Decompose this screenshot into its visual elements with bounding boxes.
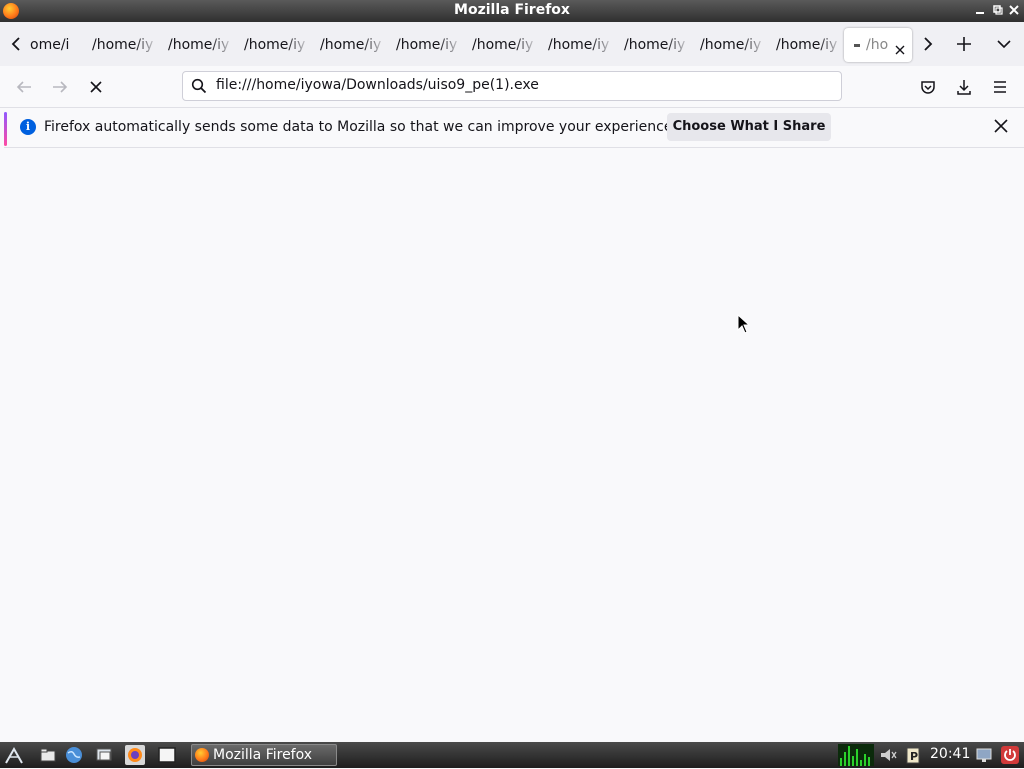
power-icon[interactable] (1000, 745, 1020, 765)
page-content[interactable] (0, 149, 1024, 742)
task-label: Mozilla Firefox (213, 747, 313, 763)
info-icon: i (20, 119, 36, 135)
network-icon[interactable] (974, 745, 994, 765)
tab-label: /home/iy (548, 37, 610, 53)
tab-label: /ho (866, 37, 888, 53)
firefox-launcher-icon[interactable] (125, 745, 145, 765)
close-tab-icon[interactable] (892, 37, 908, 55)
window-title-bar: Mozilla Firefox (0, 0, 1024, 22)
minimize-icon[interactable] (973, 3, 987, 17)
cpu-monitor-graph (838, 744, 874, 766)
menu-hamburger-button[interactable] (986, 73, 1014, 101)
tab[interactable]: /home/iy (690, 28, 766, 62)
tab-label: /home/iy (92, 37, 154, 53)
tab-label: /home/iy (396, 37, 458, 53)
firefox-icon (195, 748, 209, 762)
choose-what-i-share-button[interactable]: Choose What I Share (667, 113, 831, 141)
volume-icon[interactable] (878, 745, 898, 765)
tab[interactable]: /home/iy (614, 28, 690, 62)
close-notification-icon[interactable] (992, 117, 1010, 135)
web-browser-globe-icon[interactable] (64, 745, 84, 765)
downloads-button[interactable] (950, 73, 978, 101)
data-collection-notification: i Firefox automatically sends some data … (4, 108, 1024, 148)
tab-label: /home/iy (776, 37, 838, 53)
taskbar-firefox-window[interactable]: Mozilla Firefox (191, 744, 337, 766)
start-menu-icon[interactable] (4, 745, 24, 765)
notification-message: Firefox automatically sends some data to… (44, 119, 677, 135)
tab-label: /home/iy (472, 37, 534, 53)
forward-button[interactable] (46, 73, 74, 101)
taskbar: Mozilla Firefox P 20:41 (0, 742, 1024, 768)
tab[interactable]: /home/iy (766, 28, 842, 62)
tab[interactable]: /home/iy (82, 28, 158, 62)
stop-loading-button[interactable] (82, 73, 110, 101)
tab-active[interactable]: /ho (844, 28, 912, 62)
show-desktop-icon[interactable] (94, 745, 114, 765)
tab-label: ome/i (30, 37, 70, 53)
pocket-button[interactable] (914, 73, 942, 101)
tab-label: /home/iy (700, 37, 762, 53)
tab[interactable]: /home/iy (234, 28, 310, 62)
close-window-icon[interactable] (1007, 3, 1021, 17)
terminal-window-icon[interactable] (157, 745, 177, 765)
tab-label: /home/iy (168, 37, 230, 53)
mouse-pointer-icon (737, 313, 751, 334)
back-button[interactable] (10, 73, 38, 101)
tab-strip: ome/i /home/iy /home/iy /home/iy /home/i… (0, 22, 1024, 66)
tab[interactable]: /home/iy (386, 28, 462, 62)
tab[interactable]: /home/iy (158, 28, 234, 62)
search-icon (191, 78, 207, 94)
clock[interactable]: 20:41 (930, 746, 970, 762)
file-manager-icon[interactable] (38, 745, 58, 765)
tab-label: /home/iy (244, 37, 306, 53)
tab-label: /home/iy (320, 37, 382, 53)
tab-loading-icon (854, 43, 860, 47)
tab[interactable]: /home/iy (538, 28, 614, 62)
clipboard-icon[interactable]: P (903, 745, 923, 765)
window-title: Mozilla Firefox (454, 2, 570, 18)
notification-accent-bar (4, 112, 7, 146)
navigation-toolbar: file:///home/iyowa/Downloads/uiso9_pe(1)… (0, 66, 1024, 108)
maximize-icon[interactable] (990, 3, 1004, 17)
url-text[interactable]: file:///home/iyowa/Downloads/uiso9_pe(1)… (216, 77, 539, 93)
svg-text:P: P (910, 750, 918, 763)
tab-label: /home/iy (624, 37, 686, 53)
tab-scroll-right-button[interactable] (913, 30, 941, 58)
url-bar[interactable]: file:///home/iyowa/Downloads/uiso9_pe(1)… (182, 71, 842, 101)
list-all-tabs-button[interactable] (990, 30, 1018, 58)
new-tab-button[interactable] (950, 30, 978, 58)
tab[interactable]: /home/iy (462, 28, 538, 62)
tab[interactable]: /home/iy (310, 28, 386, 62)
